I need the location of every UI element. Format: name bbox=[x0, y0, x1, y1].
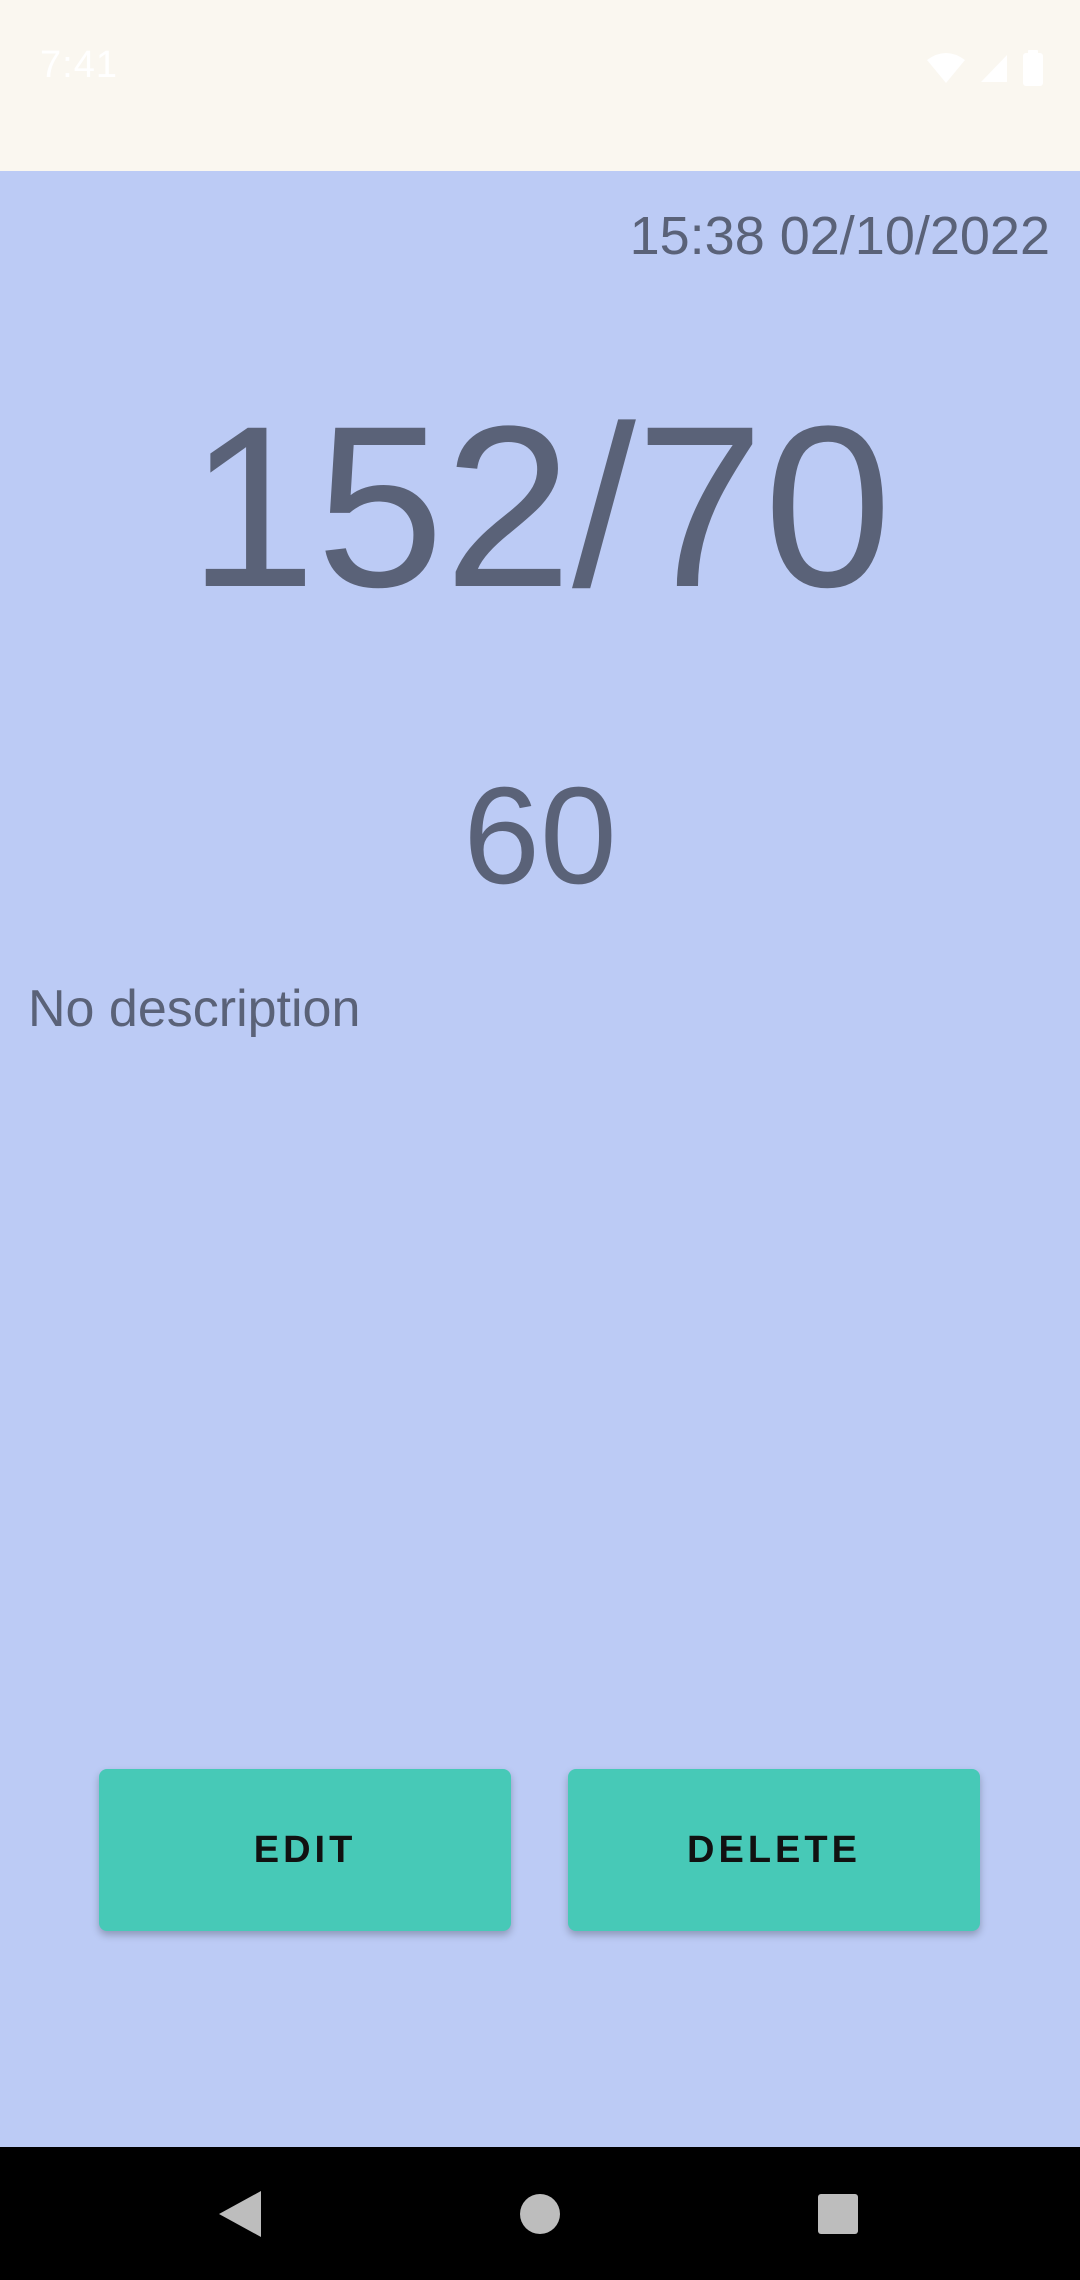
reading-datetime: 15:38 02/10/2022 bbox=[629, 206, 1050, 266]
back-icon[interactable] bbox=[180, 2147, 300, 2280]
edit-button[interactable]: EDIT bbox=[99, 1769, 511, 1931]
delete-button[interactable]: DELETE bbox=[568, 1769, 980, 1931]
reading-description: No description bbox=[28, 980, 361, 1038]
recents-icon[interactable] bbox=[778, 2147, 898, 2280]
screen: 7:41 15:38 02/10/2022 152/70 60 No descr… bbox=[0, 0, 1080, 2280]
blood-pressure-value: 152/70 bbox=[188, 378, 892, 635]
status-bar: 7:41 bbox=[0, 0, 1080, 171]
cell-signal-icon bbox=[980, 53, 1008, 83]
status-time: 7:41 bbox=[40, 44, 118, 86]
navigation-bar bbox=[0, 2147, 1080, 2280]
status-icons bbox=[926, 50, 1044, 86]
wifi-icon bbox=[926, 52, 966, 84]
battery-icon bbox=[1022, 50, 1044, 86]
pulse-value: 60 bbox=[463, 759, 617, 913]
home-icon[interactable] bbox=[480, 2147, 600, 2280]
